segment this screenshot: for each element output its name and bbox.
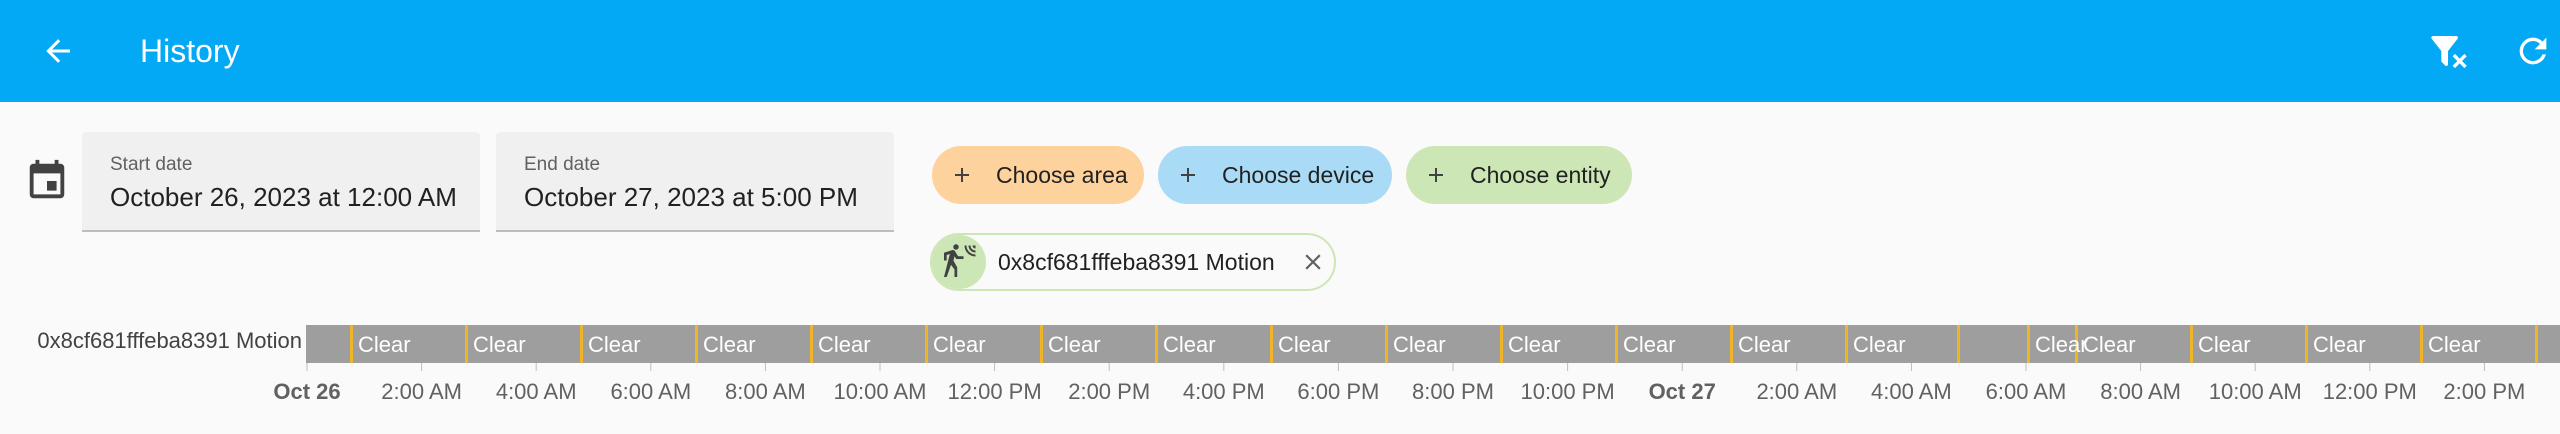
timeline-tick-label: 8:00 AM xyxy=(725,379,806,404)
timeline-event-marker xyxy=(1845,325,1848,363)
timeline-event-marker xyxy=(465,325,468,363)
timeline-state-label: Clear xyxy=(1508,332,1561,357)
timeline-state-label: Clear xyxy=(358,332,411,357)
app-bar: History xyxy=(0,0,2560,102)
choose-area-label: Choose area xyxy=(996,161,1128,188)
calendar-icon xyxy=(29,159,65,199)
timeline-state-label: Clear xyxy=(1393,332,1446,357)
selected-entity-chip: 0x8cf681fffeba8391 Motion xyxy=(930,233,1336,291)
timeline-tick-label: 8:00 AM xyxy=(2100,379,2181,404)
selected-entity-name: 0x8cf681fffeba8391 Motion xyxy=(998,248,1275,275)
history-timeline: Clear Clear Clear Clear Clear Clear Clear Clear… xyxy=(273,325,2560,404)
timeline-tick-label: 10:00 PM xyxy=(1521,379,1615,404)
timeline-tick-label: 2:00 AM xyxy=(1756,379,1837,404)
start-date-label: Start date xyxy=(110,154,193,175)
motion-sensor-icon xyxy=(944,244,976,277)
timeline-event-marker xyxy=(2190,325,2193,363)
timeline-state-label: Clear xyxy=(1048,332,1101,357)
timeline-event-marker xyxy=(580,325,583,363)
plus-icon xyxy=(955,168,969,182)
filter-remove-icon xyxy=(2431,36,2467,69)
start-date-field[interactable]: Start date October 26, 2023 at 12:00 AM xyxy=(82,132,480,232)
timeline-tick-label: 12:00 PM xyxy=(2323,379,2417,404)
choose-area-chip[interactable]: Choose area xyxy=(932,146,1144,204)
timeline-state-label: Clear xyxy=(703,332,756,357)
timeline-tick-label: 4:00 PM xyxy=(1183,379,1265,404)
timeline-event-marker xyxy=(810,325,813,363)
timeline-state-label: Clear xyxy=(2035,332,2088,357)
end-date-label: End date xyxy=(524,154,601,175)
refresh-icon xyxy=(2519,37,2547,65)
timeline-tick-label: 2:00 PM xyxy=(1068,379,1150,404)
plus-icon xyxy=(1429,168,1443,182)
timeline-state-label: Clear xyxy=(588,332,641,357)
end-date-field[interactable]: End date October 27, 2023 at 5:00 PM xyxy=(496,132,894,232)
close-icon[interactable] xyxy=(1300,249,1326,275)
page-title: History xyxy=(140,33,240,69)
timeline-state-label: Clear xyxy=(1853,332,1906,357)
timeline-event-marker xyxy=(695,325,698,363)
timeline-tick-label: 10:00 AM xyxy=(2209,379,2302,404)
timeline-state-label: Clear xyxy=(1163,332,1216,357)
back-button[interactable] xyxy=(30,25,86,77)
timeline-event-marker xyxy=(350,325,353,363)
end-date-value: October 27, 2023 at 5:00 PM xyxy=(524,182,858,212)
timeline-state-label: Clear xyxy=(2198,332,2251,357)
timeline-tick-label: 12:00 PM xyxy=(948,379,1042,404)
timeline-tick-label: 6:00 AM xyxy=(1986,379,2067,404)
timeline-state-label: Clear xyxy=(2313,332,2366,357)
plus-icon xyxy=(1181,168,1195,182)
choose-entity-label: Choose entity xyxy=(1470,161,1611,188)
refresh-button[interactable] xyxy=(2505,25,2560,77)
timeline-tick-label: 6:00 PM xyxy=(1297,379,1379,404)
choose-device-chip[interactable]: Choose device xyxy=(1158,146,1392,204)
timeline-event-marker xyxy=(2027,325,2030,363)
timeline-tick-label: 4:00 AM xyxy=(1871,379,1952,404)
timeline-tick-label: 2:00 AM xyxy=(381,379,462,404)
timeline-event-marker xyxy=(2535,325,2538,363)
timeline-tick-label: 2:00 PM xyxy=(2443,379,2525,404)
timeline-state-label: Clear xyxy=(933,332,986,357)
choose-device-label: Choose device xyxy=(1222,161,1375,188)
timeline-tick-label: 8:00 PM xyxy=(1412,379,1494,404)
start-date-value: October 26, 2023 at 12:00 AM xyxy=(110,182,457,212)
timeline-event-marker xyxy=(1957,325,1960,363)
timeline-state-label: Clear xyxy=(473,332,526,357)
timeline-event-marker xyxy=(1155,325,1158,363)
arrow-left-icon xyxy=(46,39,70,63)
choose-entity-chip[interactable]: Choose entity xyxy=(1406,146,1632,204)
timeline-state-label: Clear xyxy=(1738,332,1791,357)
timeline-event-marker xyxy=(2420,325,2423,363)
timeline-tick-label: 10:00 AM xyxy=(834,379,927,404)
timeline-state-label: Clear xyxy=(1623,332,1676,357)
timeline-event-marker xyxy=(1500,325,1503,363)
timeline-tick-label: Oct 26 xyxy=(273,379,340,404)
timeline-tick-label: 6:00 AM xyxy=(610,379,691,404)
clear-filters-button[interactable] xyxy=(2420,25,2476,77)
timeline-tick-label: Oct 27 xyxy=(1649,379,1716,404)
timeline-event-marker xyxy=(1270,325,1273,363)
timeline-event-marker xyxy=(1730,325,1733,363)
timeline-event-marker xyxy=(2305,325,2308,363)
timeline-state-label: Clear xyxy=(2428,332,2481,357)
timeline-state-label: Clear xyxy=(2083,332,2136,357)
timeline-tick-label: 4:00 AM xyxy=(496,379,577,404)
entity-icon-badge xyxy=(932,235,986,289)
timeline-event-marker xyxy=(1615,325,1618,363)
timeline-event-marker xyxy=(925,325,928,363)
timeline-event-marker xyxy=(1385,325,1388,363)
timeline-state-label: Clear xyxy=(818,332,871,357)
timeline-state-label: Clear xyxy=(1278,332,1331,357)
timeline-event-marker xyxy=(1040,325,1043,363)
